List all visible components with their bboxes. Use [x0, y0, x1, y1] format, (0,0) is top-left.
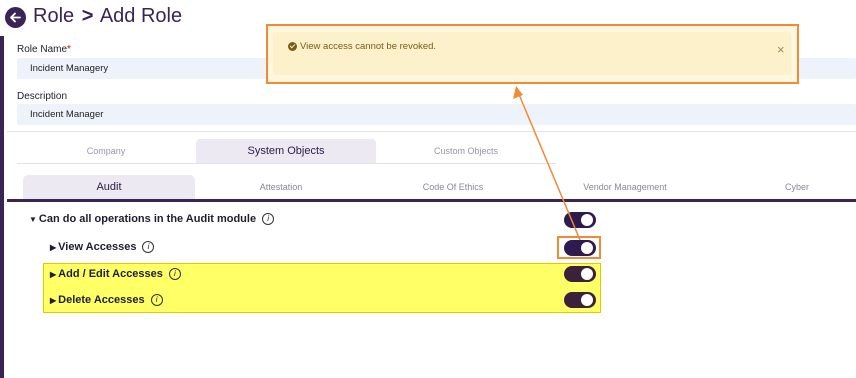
object-tabs-underline	[17, 163, 556, 164]
toggle-highlight-annotation	[557, 236, 601, 259]
perm-view-label: View Accesses	[58, 241, 137, 253]
perm-row-view[interactable]: ▶ View Accesses i	[50, 241, 155, 253]
page-title: Role > Add Role	[33, 5, 182, 28]
form-divider	[7, 131, 856, 132]
caret-right-icon[interactable]: ▶	[50, 296, 56, 305]
tab-attestation[interactable]: Attestation	[195, 175, 367, 199]
left-rail	[0, 36, 4, 378]
close-icon[interactable]: ×	[777, 42, 785, 57]
toggle-knob	[581, 294, 593, 306]
caret-down-icon[interactable]: ▼	[29, 215, 37, 224]
info-icon[interactable]: i	[150, 294, 163, 306]
back-button[interactable]	[5, 7, 26, 28]
tab-system-objects[interactable]: System Objects	[196, 139, 376, 163]
toast-message: View access cannot be revoked.	[288, 41, 436, 52]
arrow-left-icon	[10, 12, 21, 23]
perm-all-operations-label: Can do all operations in the Audit modul…	[38, 213, 257, 225]
tab-vendor-management[interactable]: Vendor Management	[539, 175, 711, 199]
perm-row-add-edit[interactable]: ▶ Add / Edit Accesses i	[50, 268, 181, 280]
perm-row-all-operations[interactable]: ▼ Can do all operations in the Audit mod…	[29, 213, 275, 225]
perm-add-edit-label: Add / Edit Accesses	[58, 268, 163, 280]
toggle-knob	[581, 214, 593, 226]
tab-audit[interactable]: Audit	[23, 175, 195, 199]
breadcrumb-role[interactable]: Role	[33, 5, 74, 27]
toast-notification	[273, 32, 791, 75]
info-icon[interactable]: i	[142, 241, 155, 253]
required-mark: *	[67, 44, 71, 55]
toggle-all-operations[interactable]	[564, 212, 596, 228]
toggle-knob	[581, 268, 593, 280]
toast-text: View access cannot be revoked.	[300, 41, 437, 52]
tab-company[interactable]: Company	[17, 139, 195, 163]
tab-code-of-ethics[interactable]: Code Of Ethics	[367, 175, 539, 199]
perm-delete-label: Delete Accesses	[58, 294, 145, 306]
info-icon[interactable]: i	[168, 268, 181, 280]
toggle-delete-accesses[interactable]	[564, 292, 596, 308]
tab-custom-objects[interactable]: Custom Objects	[376, 139, 556, 163]
info-icon[interactable]: i	[262, 213, 275, 225]
tab-cyber[interactable]: Cyber	[711, 175, 856, 199]
breadcrumb-current: Add Role	[99, 5, 183, 27]
toggle-add-edit-accesses[interactable]	[564, 266, 596, 282]
description-label: Description	[17, 91, 68, 102]
module-tabs-bar	[7, 199, 856, 202]
role-name-label: Role Name*	[17, 44, 71, 55]
check-circle-icon	[288, 42, 297, 51]
perm-row-delete[interactable]: ▶ Delete Accesses i	[50, 294, 163, 306]
breadcrumb-separator: >	[81, 5, 94, 27]
caret-right-icon[interactable]: ▶	[50, 243, 56, 252]
caret-right-icon[interactable]: ▶	[50, 270, 56, 279]
description-field[interactable]: Incident Manager	[17, 104, 856, 125]
